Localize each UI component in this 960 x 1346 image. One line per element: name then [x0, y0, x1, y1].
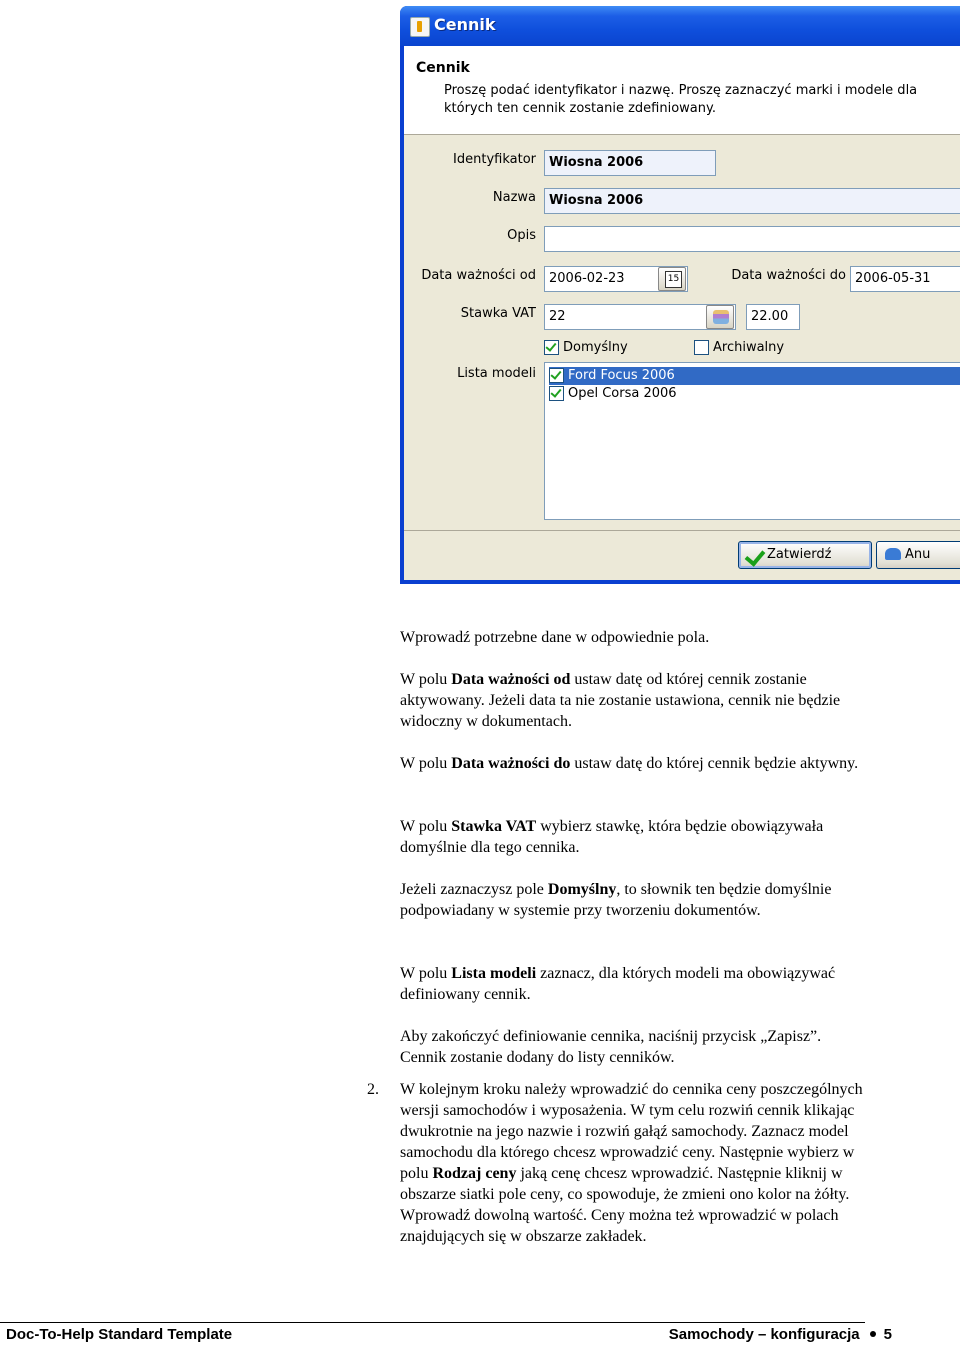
paragraph-7: Aby zakończyć definiowanie cennika, naci…	[400, 1028, 822, 1066]
checkbox-unchecked-icon	[694, 340, 709, 355]
label-nazwa: Nazwa	[492, 190, 536, 205]
calendar-button[interactable]: 15	[658, 267, 686, 291]
identyfikator-field[interactable]: Wiosna 2006	[544, 150, 716, 176]
model-label: Opel Corsa 2006	[568, 386, 677, 401]
checkbox-checked-icon[interactable]	[549, 368, 564, 383]
header-title: Cennik	[416, 60, 470, 76]
text: W polu	[400, 965, 452, 982]
label-stawka-vat: Stawka VAT	[460, 306, 536, 321]
footer-section: Samochody – konfiguracja 5	[669, 1326, 892, 1343]
label-data-od: Data ważności od	[421, 268, 536, 283]
paragraph-5: Jeżeli zaznaczysz pole Domyślny, to słow…	[400, 879, 870, 921]
data-do-field[interactable]: 2006-05-31	[850, 266, 960, 292]
text: W polu	[400, 818, 452, 835]
dialog-title: Cennik	[434, 15, 496, 34]
zatwierdz-label: Zatwierdź	[767, 547, 832, 562]
dialog-titlebar[interactable]: Cennik	[400, 6, 960, 46]
paragraph-8: W kolejnym kroku należy wprowadzić do ce…	[400, 1079, 870, 1247]
stawka-picker-button[interactable]	[706, 305, 734, 329]
paragraph-6: W polu Lista modeli zaznacz, dla których…	[400, 963, 870, 1005]
label-opis: Opis	[507, 228, 536, 243]
paragraph-1: Wprowadź potrzebne dane w odpowiednie po…	[400, 629, 710, 646]
text: W polu	[400, 671, 452, 688]
header-description: Proszę podać identyfikator i nazwę. Pros…	[444, 83, 918, 116]
check-icon	[744, 545, 766, 567]
checkbox-checked-icon	[544, 340, 559, 355]
anuluj-button[interactable]: Anu	[876, 541, 960, 569]
bold-term: Stawka VAT	[451, 818, 537, 835]
label-lista-modeli: Lista modeli	[457, 366, 536, 381]
list-item[interactable]: Opel Corsa 2006	[549, 385, 677, 403]
calendar-icon: 15	[665, 271, 682, 288]
anuluj-label: Anu	[905, 547, 931, 562]
zatwierdz-button[interactable]: Zatwierdź	[738, 541, 872, 569]
bold-term: Data ważności do	[451, 755, 571, 772]
dialog-header: Cennik Proszę podać identyfikator i nazw…	[404, 46, 960, 135]
cennik-dialog: Cennik Cennik Proszę podać identyfikator…	[400, 6, 960, 584]
dialog-client: Cennik Proszę podać identyfikator i nazw…	[404, 46, 960, 580]
opis-field[interactable]	[544, 226, 960, 252]
domyslny-checkbox[interactable]: Domyślny	[544, 340, 628, 355]
archiwalny-label: Archiwalny	[713, 340, 785, 355]
lista-modeli-listbox[interactable]: Ford Focus 2006 Opel Corsa 2006	[544, 362, 960, 520]
bold-term: Lista modeli	[451, 965, 537, 982]
undo-icon	[885, 548, 901, 560]
footer-template-name: Doc-To-Help Standard Template	[6, 1326, 233, 1343]
model-label: Ford Focus 2006	[568, 368, 675, 383]
bold-term: Data ważności od	[451, 671, 571, 688]
checkbox-checked-icon[interactable]	[549, 386, 564, 401]
paragraph-4: W polu Stawka VAT wybierz stawkę, która …	[400, 816, 870, 858]
text: Jeżeli zaznaczysz pole	[400, 881, 548, 898]
footer-section-title: Samochody – konfiguracja	[668, 1326, 860, 1343]
bold-term: Domyślny	[547, 881, 617, 898]
window-app-icon	[410, 17, 430, 37]
label-identyfikator: Identyfikator	[453, 152, 536, 167]
paragraph-2: W polu Data ważności od ustaw datę od kt…	[400, 669, 870, 732]
text: W polu	[400, 755, 452, 772]
nazwa-field[interactable]: Wiosna 2006	[544, 188, 960, 214]
button-bar-separator	[404, 530, 960, 531]
archiwalny-checkbox[interactable]: Archiwalny	[694, 340, 784, 355]
bullet-icon	[869, 1331, 876, 1338]
stack-icon	[713, 310, 729, 324]
step-number: 2.	[367, 1081, 379, 1098]
list-item[interactable]: Ford Focus 2006	[549, 367, 960, 385]
page-number: 5	[883, 1326, 892, 1343]
stawka-value-field: 22.00	[746, 304, 800, 330]
text: ustaw datę do której cennik będzie aktyw…	[570, 755, 859, 772]
bold-term: Rodzaj ceny	[432, 1165, 517, 1182]
domyslny-label: Domyślny	[563, 340, 628, 355]
label-data-do: Data ważności do	[731, 268, 846, 283]
paragraph-3: W polu Data ważności do ustaw datę do kt…	[400, 753, 870, 774]
footer-rule	[0, 1322, 865, 1323]
